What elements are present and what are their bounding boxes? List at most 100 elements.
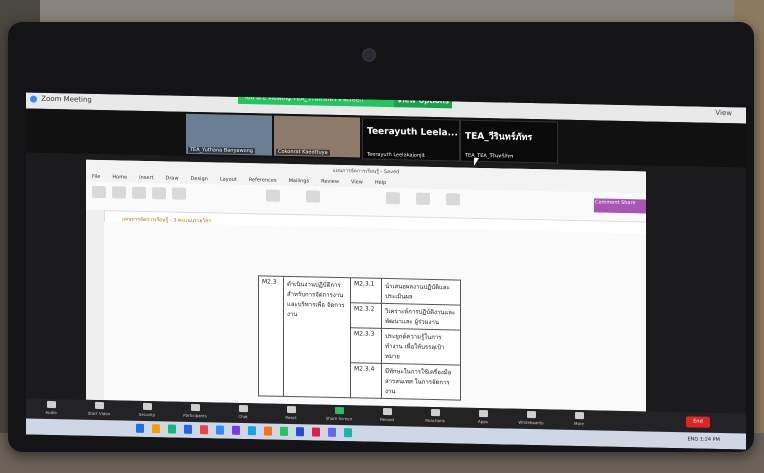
editing-icon[interactable]: [172, 187, 186, 200]
taskbar-app-icon[interactable]: [248, 426, 256, 436]
participant-name: Teerayuth Leelakajonjit: [365, 151, 427, 159]
taskbar-app-icon[interactable]: [152, 424, 160, 434]
word-tab[interactable]: File: [92, 172, 100, 182]
toolbar-label: Start Video: [87, 410, 111, 417]
video-icon: [94, 401, 104, 410]
toolbar-button[interactable]: Audio: [34, 400, 68, 416]
word-tab[interactable]: Layout: [220, 175, 237, 185]
styles-icon[interactable]: [152, 187, 166, 200]
toolbar-button[interactable]: Chat: [226, 404, 260, 420]
taskbar-app-icon[interactable]: [200, 425, 208, 435]
taskbar-app-icon[interactable]: [344, 428, 352, 438]
participant-tile[interactable]: Teerayuth Leela... Teerayuth Leelakajonj…: [362, 117, 460, 162]
more-icon: [574, 411, 584, 420]
word-tab[interactable]: Help: [375, 178, 386, 188]
apps-icon: [478, 409, 488, 418]
taskbar-app-icon[interactable]: [232, 425, 240, 435]
taskbar-app-icon[interactable]: [216, 425, 224, 435]
zoom-window-title: Zoom Meeting: [30, 95, 92, 104]
laptop-bezel: Zoom Meeting You are viewing TEA_วีรินทร…: [8, 22, 754, 452]
toolbar-button[interactable]: Record: [370, 407, 404, 423]
reactions-icon: [430, 408, 440, 417]
participant-name: TEA_TEA_วีรินทร์ภัทร: [463, 151, 516, 161]
toolbar-button[interactable]: More: [562, 411, 596, 427]
table-cell-code: M2.3: [258, 275, 284, 397]
shield-icon: [142, 402, 152, 411]
paragraph-icon[interactable]: [132, 186, 146, 199]
word-tab[interactable]: Draw: [165, 173, 178, 183]
toolbar-button[interactable]: Start Video: [82, 401, 116, 417]
table-cell-desc: วิเคราะห์การปฏิบัติงานและพัฒนาและ ผู้ร่ว…: [381, 303, 461, 331]
table-cell-desc: ประยุกต์ความรู้ในการทำงาน เพื่อให้บรรลุเ…: [381, 328, 461, 366]
paste-icon[interactable]: [92, 185, 106, 199]
word-tab[interactable]: View: [351, 177, 363, 187]
word-left-sidebar: [86, 209, 105, 401]
editor-icon[interactable]: [306, 190, 320, 203]
word-tab[interactable]: Review: [321, 177, 339, 187]
toolbar-button[interactable]: Participants: [178, 403, 212, 419]
toolbar-button[interactable]: Apps: [466, 409, 500, 425]
toolbar-label: Reactions: [425, 417, 445, 424]
chat-icon: [238, 404, 248, 413]
microphone-icon: [46, 400, 56, 409]
table-cell-subcode: M2.3.3: [350, 327, 382, 364]
font-icon[interactable]: [112, 186, 126, 199]
toolbar-label: React: [285, 414, 297, 421]
view-button[interactable]: View: [715, 109, 732, 117]
toolbar-button[interactable]: Whiteboards: [514, 410, 548, 426]
taskbar-app-icon[interactable]: [184, 424, 192, 434]
share-screen-icon: [334, 406, 344, 415]
word-tab[interactable]: Home: [112, 172, 127, 182]
table-cell-subcode: M2.3.1: [350, 277, 382, 304]
share-banner: You are viewing TEA_วีรินทร์ภัทร's scree…: [238, 92, 400, 108]
sensitivity-icon[interactable]: [416, 192, 430, 205]
toolbar-label: Record: [380, 416, 394, 423]
participant-tile[interactable]: TEA_Yuthana Banyawong: [186, 113, 272, 156]
record-icon: [382, 407, 392, 416]
word-tab[interactable]: Insert: [139, 173, 153, 183]
taskbar-app-icon[interactable]: [168, 424, 176, 434]
toolbar-button[interactable]: Security: [130, 402, 164, 418]
table-cell-subcode: M2.3.4: [350, 362, 382, 399]
laptop-screen: Zoom Meeting You are viewing TEA_วีรินทร…: [26, 92, 746, 450]
toolbar-label: Apps: [478, 418, 488, 425]
toolbar-label: Audio: [45, 409, 57, 416]
end-meeting-button[interactable]: End: [686, 416, 710, 428]
taskbar-app-icon[interactable]: [328, 427, 336, 437]
word-tab[interactable]: Design: [191, 174, 208, 184]
toolbar-button[interactable]: Share Screen: [322, 406, 356, 422]
table-cell-desc: นำเสนอผลงานปฏิบัติและ ประเมินผล: [381, 278, 461, 306]
taskbar-app-icon[interactable]: [264, 426, 272, 436]
zoom-title-text: Zoom Meeting: [41, 94, 92, 104]
mouse-cursor-icon: [474, 157, 484, 167]
document-page[interactable]: M2.3 ดำเนินงานปฏิบัติการ สำหรับการจัดการ…: [104, 222, 646, 412]
view-options-button[interactable]: View Options: [394, 94, 452, 109]
dictate-icon[interactable]: [266, 189, 280, 202]
participant-name: Cokonrat Kaeottuya: [276, 148, 330, 156]
addins-icon[interactable]: [386, 192, 400, 205]
toolbar-button[interactable]: React: [274, 405, 308, 421]
system-tray-clock: ENG 1:24 PM: [687, 436, 720, 443]
participant-big-name: TEA_วีรินทร์ภัทร: [465, 131, 533, 144]
word-tab[interactable]: References: [249, 175, 277, 186]
shared-word-window: แผนการจัดการเรียนรู้ - Saved File Home Ins…: [86, 159, 646, 412]
people-icon: [190, 403, 200, 412]
emoji-icon: [286, 405, 296, 414]
table-cell-subcode: M2.3.2: [350, 302, 382, 329]
whiteboard-icon: [526, 410, 536, 419]
toolbar-label: Participants: [183, 412, 207, 419]
toolbar-button[interactable]: Reactions: [418, 408, 452, 424]
toolbar-label: Share Screen: [325, 415, 353, 422]
taskbar-app-icon[interactable]: [136, 423, 144, 433]
copilot-icon[interactable]: [446, 193, 460, 206]
participant-big-name: Teerayuth Leela...: [367, 126, 458, 139]
comment-share-button[interactable]: Comment Share: [594, 198, 646, 214]
taskbar-app-icon[interactable]: [296, 427, 304, 437]
table-cell-standard: ดำเนินงานปฏิบัติการ สำหรับการจัดการงาน แ…: [283, 276, 351, 398]
toolbar-label: Whiteboards: [518, 419, 544, 426]
taskbar-app-icon[interactable]: [280, 426, 288, 436]
participant-tile[interactable]: Cokonrat Kaeottuya: [274, 115, 360, 158]
toolbar-label: More: [574, 420, 584, 427]
taskbar-app-icon[interactable]: [312, 427, 320, 437]
word-tab[interactable]: Mailings: [289, 176, 310, 186]
